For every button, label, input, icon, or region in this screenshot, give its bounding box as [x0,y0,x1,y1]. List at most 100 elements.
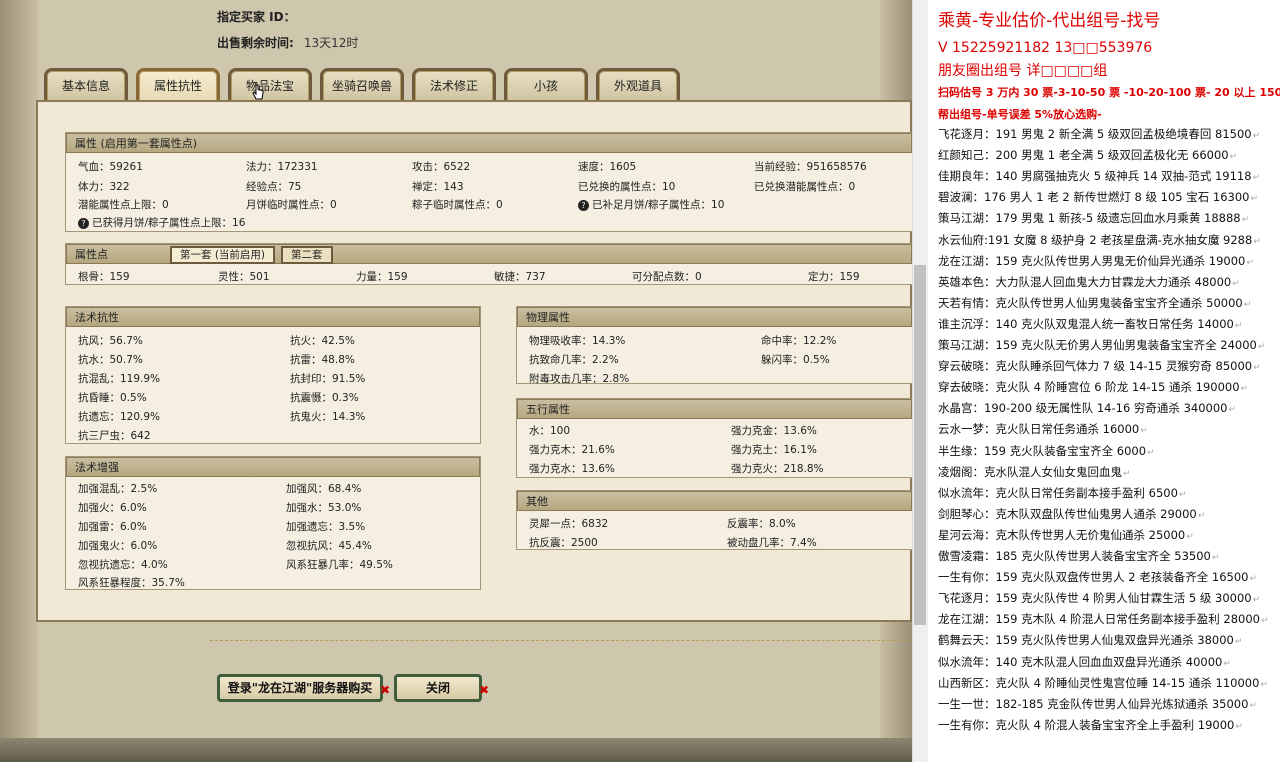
resist-item: 抗震慑：0.3% [290,392,359,404]
doc-entry: 剑胆琴心：克木队双盘队传世仙鬼男人通杀 29000↵ [938,506,1205,522]
doc-entry-text: 凌烟阁：克水队混人女仙女鬼回血鬼 [938,464,1122,479]
doc-entry: 鹤舞云天：159 克火队传世男人仙鬼双盘异光通杀 38000↵ [938,632,1242,648]
other-item: 反震率：8.0% [727,518,796,530]
doc-entry-text: 佳期良年：140 男腐强抽克火 5 级神兵 14 双抽-范式 19118 [938,169,1252,184]
return-icon: ↵ [1235,721,1243,732]
resist-title: 法术抗性 [66,307,480,327]
return-icon: ↵ [1252,595,1261,606]
tab-items[interactable]: 物品法宝 [228,68,312,102]
resist-item: 抗雷：48.8% [290,354,355,366]
wuxing-title: 五行属性 [517,399,912,419]
remaining-time-row: 出售剩余时间: 13天12时 [217,34,358,51]
wuxing-item: 强力克火：218.8% [731,463,824,475]
attr-zen: 禅定：143 [412,181,464,193]
return-icon: ↵ [1253,363,1261,374]
tab-mounts[interactable]: 坐骑召唤兽 [320,68,404,102]
scrollbar-thumb[interactable] [914,265,926,625]
doc-entry: 飞花逐月：191 男鬼 2 新全满 5 级双回孟极绝境春回 81500↵ [938,126,1260,142]
boost-item: 加强混乱：2.5% [78,483,158,495]
doc-entry-text: 水云仙府:191 女魔 8 级护身 2 老孩星盘满-克水抽女魔 9288 [938,232,1253,247]
remaining-label: 出售剩余时间: [217,36,294,50]
resist-item: 抗鬼火：14.3% [290,411,366,423]
resist-item: 抗混乱：119.9% [78,373,161,385]
game-window: 指定买家 ID： 出售剩余时间: 13天12时 基本信息 属性抗性 物品法宝 坐骑… [0,0,912,762]
doc-entry: 星河云海：克木队传世男人无价鬼仙通杀 25000↵ [938,527,1194,543]
tab-attributes[interactable]: 属性抗性 [136,68,220,102]
tab-spells[interactable]: 法术修正 [412,68,496,102]
points-tab-second[interactable]: 第二套 [281,246,333,264]
return-icon: ↵ [1260,616,1269,627]
doc-entry-text: 水晶宫：190-200 级无属性队 14-16 穷奇通杀 340000 [938,401,1228,416]
attr-exp: 当前经验：951658576 [754,161,867,173]
doc-entry: 龙在江湖：159 克火队传世男人男鬼无价仙异光通杀 19000↵ [938,253,1254,269]
doc-entry-text: 天若有情：克火队传世男人仙男鬼装备宝宝齐全通杀 50000 [938,295,1243,310]
doc-entry-text: 云水一梦：克火队日常任务通杀 16000 [938,422,1140,437]
doc-entry: 策马江湖：179 男鬼 1 新孩-5 级遗忘回血水月乘黄 18888↵ [938,210,1249,226]
tab-basic[interactable]: 基本信息 [44,68,128,102]
return-icon: ↵ [1228,405,1237,416]
tab-appearance[interactable]: 外观道具 [596,68,680,102]
help-icon[interactable]: ? [78,217,89,229]
return-icon: ↵ [1123,468,1131,479]
attr-exp-points: 经验点：75 [246,181,302,193]
doc-entry-text: 谁主沉浮：140 克火队双鬼混人统一畜牧日常任务 14000 [938,316,1234,331]
boost-section: 法术增强 加强混乱：2.5% 加强风：68.4% 加强火：6.0% 加强水：53… [65,456,481,590]
doc-entry: 半生缘：159 克火队装备宝宝齐全 6000↵ [938,443,1155,459]
doc-entry-text: 一生有你：159 克火队双盘传世男人 2 老孩装备齐全 16500 [938,570,1249,585]
return-icon: ↵ [1232,278,1240,289]
attr-supplement-text: 已补足月饼/粽子属性点：10 [592,199,725,211]
attr-attack: 攻击：6522 [412,161,471,173]
doc-entry: 天若有情：克火队传世男人仙男鬼装备宝宝齐全通杀 50000↵ [938,295,1251,311]
doc-line3: 朋友圈出组号 详□□□□组 [938,63,1108,79]
doc-entry-text: 飞花逐月：159 克火队传世 4 阶男人仙甘霖生活 5 级 30000 [938,591,1252,606]
points-tab-first[interactable]: 第一套 (当前启用) [170,246,276,264]
login-buy-button[interactable]: 登录"龙在江湖"服务器购买 ✖ [217,674,390,702]
boost-title: 法术增强 [66,457,480,477]
help-icon[interactable]: ? [578,199,589,211]
resist-item: 抗封印：91.5% [290,373,366,385]
remaining-value: 13天12时 [303,36,359,50]
return-icon: ↵ [1260,679,1268,690]
doc-entry-text: 山西新区：克火队 4 阶睡仙灵性鬼宫位睡 14-15 通杀 110000 [938,675,1260,690]
boost-item: 风系狂暴几率：49.5% [286,559,393,571]
return-icon: ↵ [1147,447,1155,458]
resist-item: 抗水：50.7% [78,354,143,366]
return-icon: ↵ [1246,257,1254,268]
points-bone: 根骨：159 [78,271,130,283]
physical-item: 命中率：12.2% [761,335,837,347]
boost-item: 忽视抗风：45.4% [286,540,372,552]
doc-entry-text: 飞花逐月：191 男鬼 2 新全满 5 级双回孟极绝境春回 81500 [938,127,1252,141]
return-icon: ↵ [1240,384,1249,395]
points-free: 可分配点数：0 [632,271,702,283]
close-button[interactable]: 关闭 ✖ [394,674,489,702]
doc-entry: 红颜知己：200 男鬼 1 老全满 5 级双回孟极化无 66000↵ [938,147,1237,163]
doc-entry: 龙在江湖：159 克木队 4 阶混人日常任务副本接手盈利 28000↵ [938,611,1269,627]
return-icon: ↵ [1211,553,1220,563]
doc-entry: 傲雪凌霜：185 克火队传世男人装备宝宝齐全 53500↵ [938,548,1219,564]
attr-supplement: ? 已补足月饼/粽子属性点：10 [578,197,724,212]
buyer-id-label: 指定买家 ID： [217,10,296,24]
resist-item: 抗遗忘：120.9% [78,411,161,423]
close-label: 关闭 [425,681,450,695]
physical-item: 躲闪率：0.5% [761,354,830,366]
attr-zongzi-temp: 粽子临时属性点：0 [412,199,503,211]
tab-children[interactable]: 小孩 [504,68,588,102]
return-icon: ↵ [1252,131,1261,141]
return-icon: ↵ [1223,658,1231,669]
boost-item: 加强风：68.4% [286,483,362,495]
physical-section: 物理属性 物理吸收率：14.3% 命中率：12.2% 抗致命几率：2.2% 躲闪… [516,306,912,385]
doc-entry-text: 策马江湖：159 克火队无价男人男仙男鬼装备宝宝齐全 24000 [938,338,1257,352]
resist-item: 抗昏睡：0.5% [78,392,147,404]
points-strength: 力量：159 [356,271,408,283]
doc-entry-text: 似水流年：140 克木队混人回血血双盘异光通杀 40000 [938,654,1223,669]
points-agility: 敏捷：737 [494,271,546,283]
other-item: 抗反震：2500 [529,537,598,549]
doc-entry: 山西新区：克火队 4 阶睡仙灵性鬼宫位睡 14-15 通杀 110000↵ [938,675,1268,691]
return-icon: ↵ [1234,320,1243,331]
return-icon: ↵ [1249,574,1258,585]
resist-item: 抗风：56.7% [78,335,143,347]
doc-entry-text: 策马江湖：179 男鬼 1 新孩-5 级遗忘回血水月乘黄 18888 [938,211,1241,226]
frame-left [0,0,38,762]
doc-entry-text: 鹤舞云天：159 克火队传世男人仙鬼双盘异光通杀 38000 [938,633,1234,648]
boost-item: 加强水：53.0% [286,502,362,514]
